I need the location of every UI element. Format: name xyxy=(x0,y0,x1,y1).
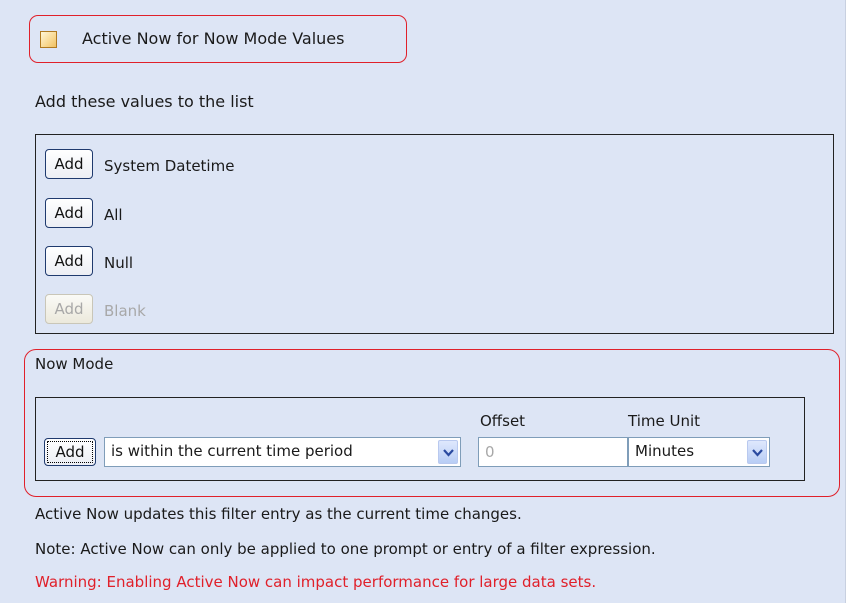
offset-input[interactable] xyxy=(478,437,628,467)
add-null-button[interactable]: Add xyxy=(45,246,93,276)
blank-label: Blank xyxy=(104,302,146,320)
add-system-datetime-button[interactable]: Add xyxy=(45,149,93,179)
active-now-note-text: Note: Active Now can only be applied to … xyxy=(35,540,656,558)
add-all-button[interactable]: Add xyxy=(45,198,93,228)
time-unit-select-value: Minutes xyxy=(635,442,695,460)
offset-label: Offset xyxy=(480,412,526,430)
active-now-label[interactable]: Active Now for Now Mode Values xyxy=(82,29,344,48)
time-unit-label: Time Unit xyxy=(628,412,701,430)
now-mode-add-button[interactable]: Add xyxy=(44,438,96,466)
time-unit-select[interactable]: Minutes xyxy=(628,437,770,467)
system-datetime-label: System Datetime xyxy=(104,157,235,175)
null-label: Null xyxy=(104,254,134,272)
condition-select[interactable]: is within the current time period xyxy=(104,437,461,467)
active-now-info-text: Active Now updates this filter entry as … xyxy=(35,505,522,523)
add-values-heading: Add these values to the list xyxy=(35,92,254,111)
add-blank-button[interactable]: Add xyxy=(45,294,93,324)
filter-options-panel: Active Now for Now Mode Values Add these… xyxy=(0,0,846,603)
chevron-down-icon[interactable] xyxy=(747,440,767,464)
chevron-down-icon[interactable] xyxy=(438,440,458,464)
condition-select-value: is within the current time period xyxy=(111,442,353,460)
now-mode-title: Now Mode xyxy=(35,355,114,373)
performance-warning-text: Warning: Enabling Active Now can impact … xyxy=(35,573,597,591)
all-label: All xyxy=(104,206,123,224)
active-now-checkbox[interactable] xyxy=(40,31,57,48)
